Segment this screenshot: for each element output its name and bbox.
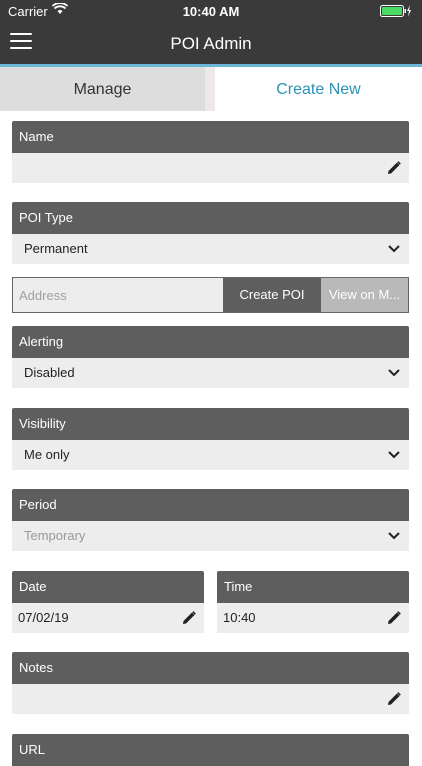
visibility-value: Me only [24, 447, 70, 462]
time-label: Time [217, 571, 409, 603]
poi-type-label: POI Type [12, 202, 409, 234]
time-field: Time 10:40 [217, 571, 409, 633]
pencil-edit-icon[interactable] [387, 611, 401, 625]
period-label: Period [12, 489, 409, 521]
view-on-map-button[interactable]: View on M... [321, 278, 408, 312]
visibility-field: Visibility Me only [12, 408, 409, 470]
poi-type-value: Permanent [24, 241, 88, 256]
time-value: 10:40 [223, 610, 256, 625]
visibility-label: Visibility [12, 408, 409, 440]
date-input[interactable]: 07/02/19 [12, 603, 204, 633]
poi-type-select[interactable]: Permanent [12, 234, 409, 264]
date-value: 07/02/19 [18, 610, 69, 625]
create-poi-button[interactable]: Create POI [223, 278, 321, 312]
address-input[interactable] [13, 278, 223, 312]
pencil-edit-icon[interactable] [182, 611, 196, 625]
navigation-bar: POI Admin [0, 22, 422, 64]
alerting-value: Disabled [24, 365, 75, 380]
tab-divider [205, 67, 215, 111]
pencil-edit-icon[interactable] [387, 692, 401, 706]
chevron-down-icon [388, 532, 400, 540]
tab-bar: Manage Create New [0, 67, 422, 111]
status-bar: Carrier 10:40 AM [0, 0, 422, 22]
period-field: Period Temporary [12, 489, 409, 551]
alerting-field: Alerting Disabled [12, 326, 409, 388]
tab-manage[interactable]: Manage [0, 67, 205, 111]
page-title: POI Admin [170, 34, 252, 53]
url-field: URL [12, 734, 409, 766]
name-label: Name [12, 121, 409, 153]
period-value: Temporary [24, 528, 86, 543]
chevron-down-icon [388, 369, 400, 377]
chevron-down-icon [388, 451, 400, 459]
pencil-edit-icon[interactable] [387, 161, 401, 175]
address-row: Create POI View on M... [12, 277, 409, 313]
alerting-select[interactable]: Disabled [12, 358, 409, 388]
name-input[interactable] [12, 153, 409, 183]
tab-create-new[interactable]: Create New [215, 67, 422, 111]
date-field: Date 07/02/19 [12, 571, 204, 633]
date-label: Date [12, 571, 204, 603]
time-input[interactable]: 10:40 [217, 603, 409, 633]
notes-label: Notes [12, 652, 409, 684]
poi-type-field: POI Type Permanent [12, 202, 409, 264]
period-select[interactable]: Temporary [12, 521, 409, 551]
chevron-down-icon [388, 245, 400, 253]
battery-icon [380, 5, 412, 20]
alerting-label: Alerting [12, 326, 409, 358]
visibility-select[interactable]: Me only [12, 440, 409, 470]
notes-input[interactable] [12, 684, 409, 714]
url-label: URL [12, 734, 409, 766]
notes-field: Notes [12, 652, 409, 714]
name-field: Name [12, 121, 409, 183]
clock-time: 10:40 AM [182, 4, 240, 19]
